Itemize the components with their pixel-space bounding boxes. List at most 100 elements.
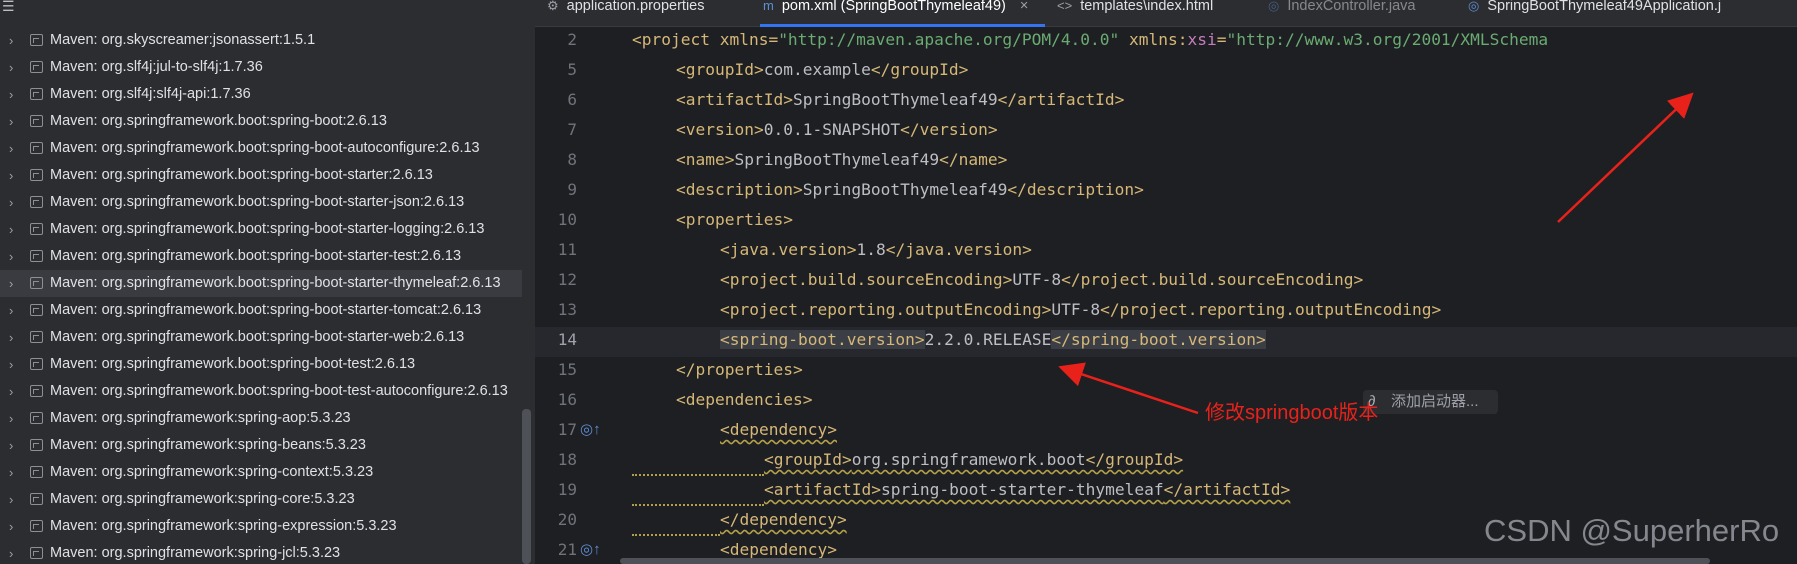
chevron-right-icon[interactable]: ›: [9, 324, 21, 351]
code-editor[interactable]: 2 5 6 7 8 9 10 11 12 13 14 15 16 17 18 19 20 21 ◎↑ ◎↑ <pr…: [535, 27, 1797, 564]
code-line-12: <project.build.sourceEncoding>UTF-8</pro…: [720, 270, 1364, 289]
line-number: 10: [557, 210, 577, 229]
tree-item-label: Maven: org.springframework.boot:spring-b…: [50, 329, 465, 345]
tab-application-class[interactable]: ◎ SpringBootThymeleaf49Application.j: [1468, 0, 1721, 22]
warning-underline: [632, 474, 764, 476]
code-line-2: <project xmlns="http://maven.apache.org/…: [632, 30, 1549, 49]
line-number: 21: [557, 540, 577, 559]
tree-item-library[interactable]: › Maven: org.springframework.boot:spring-…: [0, 243, 522, 270]
library-icon: [30, 304, 43, 316]
chevron-right-icon[interactable]: ›: [9, 432, 21, 459]
code-line-7: <version>0.0.1-SNAPSHOT</version>: [676, 120, 998, 139]
library-icon: [30, 331, 43, 343]
tree-item-label: Maven: org.springframework:spring-beans:…: [50, 437, 366, 453]
tree-item-label: Maven: org.skyscreamer:jsonassert:1.5.1: [50, 32, 316, 48]
tree-item-library[interactable]: › Maven: org.springframework:spring-beans…: [0, 432, 522, 459]
tree-scrollbar[interactable]: [522, 409, 531, 564]
line-number: 14: [557, 330, 577, 349]
chevron-right-icon[interactable]: ›: [9, 405, 21, 432]
tree-item-library[interactable]: › Maven: org.springframework.boot:spring-…: [0, 135, 522, 162]
chevron-right-icon[interactable]: ›: [9, 108, 21, 135]
tree-item-library[interactable]: › Maven: org.springframework.boot:spring-…: [0, 297, 522, 324]
library-icon: [30, 88, 43, 100]
line-number: 5: [567, 60, 577, 79]
tree-item-library[interactable]: › Maven: org.springframework:spring-core:…: [0, 486, 522, 513]
tree-item-label: Maven: org.springframework.boot:spring-b…: [50, 383, 508, 399]
line-number: 19: [557, 480, 577, 499]
library-icon: [30, 493, 43, 505]
horizontal-scrollbar[interactable]: [620, 558, 1710, 564]
library-icon: [30, 412, 43, 424]
chevron-right-icon[interactable]: ›: [9, 243, 21, 270]
chevron-right-icon[interactable]: ›: [9, 54, 21, 81]
run-dependency-icon[interactable]: ◎↑: [580, 420, 601, 438]
tree-item-library[interactable]: › Maven: org.springframework:spring-expre…: [0, 513, 522, 540]
tree-item-library[interactable]: › Maven: org.springframework.boot:spring-…: [0, 324, 522, 351]
code-line-17: <dependency>: [720, 420, 837, 439]
line-number: 16: [557, 390, 577, 409]
chevron-right-icon[interactable]: ›: [9, 486, 21, 513]
chevron-right-icon[interactable]: ›: [9, 27, 21, 54]
add-starter-hint[interactable]: ∂ 添加启动器...: [1363, 390, 1498, 414]
project-tree-panel: ☰ › Maven: org.skyscreamer:jsonassert:1.5…: [0, 0, 535, 564]
tree-item-library[interactable]: › Maven: org.springframework:spring-jcl:5…: [0, 540, 522, 564]
library-icon: [30, 142, 43, 154]
line-number: 8: [567, 150, 577, 169]
line-number: 9: [567, 180, 577, 199]
line-number: 20: [557, 510, 577, 529]
code-line-9: <description>SpringBootThymeleaf49</desc…: [676, 180, 1144, 199]
tree-item-label: Maven: org.springframework:spring-contex…: [50, 464, 374, 480]
tree-item-library[interactable]: › Maven: org.springframework.boot:spring-…: [0, 270, 522, 297]
tab-index-controller[interactable]: ◎ IndexController.java: [1268, 0, 1416, 22]
chevron-right-icon[interactable]: ›: [9, 297, 21, 324]
library-icon: [30, 196, 43, 208]
maven-icon: m: [763, 0, 774, 13]
tree-item-library[interactable]: › Maven: org.springframework.boot:spring-…: [0, 108, 522, 135]
tree-item-library[interactable]: › Maven: org.springframework:spring-conte…: [0, 459, 522, 486]
line-number: 6: [567, 90, 577, 109]
code-line-11: <java.version>1.8</java.version>: [720, 240, 1032, 259]
tab-application-properties[interactable]: ⚙ application.properties: [547, 0, 705, 22]
chevron-right-icon[interactable]: ›: [9, 81, 21, 108]
warning-underline: [632, 504, 764, 506]
spring-boot-version-value: 2.2.0.RELEASE: [924, 330, 1052, 349]
chevron-right-icon[interactable]: ›: [9, 189, 21, 216]
tree-item-library[interactable]: › Maven: org.slf4j:slf4j-api:1.7.36: [0, 81, 522, 108]
chevron-right-icon[interactable]: ›: [9, 459, 21, 486]
tree-item-library[interactable]: › Maven: org.springframework.boot:spring-…: [0, 162, 522, 189]
chevron-right-icon[interactable]: ›: [9, 540, 21, 564]
library-icon: [30, 250, 43, 262]
tree-item-label: Maven: org.springframework.boot:spring-b…: [50, 275, 501, 291]
tree-item-library[interactable]: › Maven: org.springframework.boot:spring-…: [0, 216, 522, 243]
chevron-right-icon[interactable]: ›: [9, 135, 21, 162]
code-line-18: <groupId>org.springframework.boot</group…: [764, 450, 1184, 469]
tree-item-label: Maven: org.springframework:spring-aop:5.…: [50, 410, 351, 426]
code-line-14: <spring-boot.version>2.2.0.RELEASE</spri…: [720, 330, 1266, 349]
code-line-10: <properties>: [676, 210, 793, 229]
close-tab-icon[interactable]: ×: [1020, 0, 1028, 14]
tree-item-library[interactable]: › Maven: org.springframework.boot:spring-…: [0, 351, 522, 378]
library-icon: [30, 277, 43, 289]
code-line-6: <artifactId>SpringBootThymeleaf49</artif…: [676, 90, 1125, 109]
chevron-right-icon[interactable]: ›: [9, 513, 21, 540]
chevron-right-icon[interactable]: ›: [9, 351, 21, 378]
tab-pom-xml[interactable]: m pom.xml (SpringBootThymeleaf49) ×: [763, 0, 1028, 22]
tree-item-library[interactable]: › Maven: org.skyscreamer:jsonassert:1.5.1: [0, 27, 522, 54]
run-dependency-icon[interactable]: ◎↑: [580, 540, 601, 558]
tree-item-label: Maven: org.slf4j:jul-to-slf4j:1.7.36: [50, 59, 263, 75]
watermark: CSDN @SuperherRo: [1484, 513, 1780, 548]
tree-item-library[interactable]: › Maven: org.springframework.boot:spring-…: [0, 189, 522, 216]
tree-item-library[interactable]: › Maven: org.springframework:spring-aop:5…: [0, 405, 522, 432]
properties-icon: ⚙: [547, 0, 559, 13]
tab-index-html[interactable]: <> templates\index.html: [1057, 0, 1213, 22]
code-line-13: <project.reporting.outputEncoding>UTF-8<…: [720, 300, 1442, 319]
hamburger-icon[interactable]: ☰: [2, 0, 15, 15]
class-icon: ◎: [1468, 0, 1480, 13]
chevron-right-icon[interactable]: ›: [9, 270, 21, 297]
chevron-right-icon[interactable]: ›: [9, 378, 21, 405]
tree-item-library[interactable]: › Maven: org.slf4j:jul-to-slf4j:1.7.36: [0, 54, 522, 81]
chevron-right-icon[interactable]: ›: [9, 162, 21, 189]
chevron-right-icon[interactable]: ›: [9, 216, 21, 243]
code-line-20: </dependency>: [720, 510, 847, 529]
tree-item-library[interactable]: › Maven: org.springframework.boot:spring-…: [0, 378, 522, 405]
